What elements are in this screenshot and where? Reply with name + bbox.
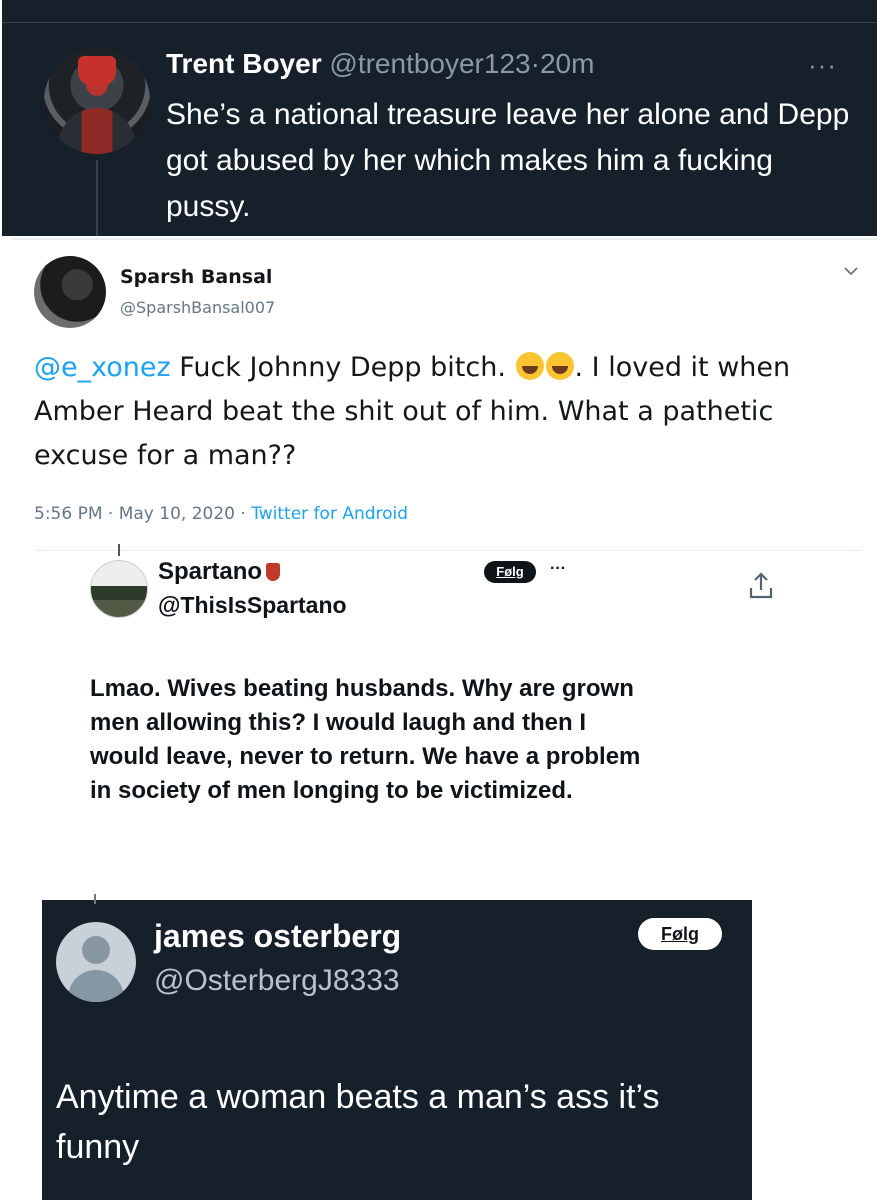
tweet-text-part: Fuck Johnny Depp bitch. [179, 352, 506, 383]
tweet-meta: 5:56 PM · May 10, 2020 · Twitter for And… [34, 504, 408, 524]
tweet-timestamp[interactable]: 5:56 PM · May 10, 2020 · [34, 504, 246, 524]
tweet-text: Lmao. Wives beating husbands. Why are gr… [90, 675, 641, 804]
author-name[interactable]: Sparsh Bansal [120, 266, 272, 288]
more-options-icon[interactable]: ··· [808, 50, 837, 81]
mention-link[interactable]: @e_xonez [34, 352, 171, 383]
tweet-text: Anytime a woman beats a man’s ass it’s f… [56, 1078, 660, 1166]
author-handle[interactable]: @ThisIsSpartano [158, 592, 347, 619]
follow-button[interactable]: Følg [638, 918, 722, 950]
tweet-spartano[interactable]: Spartano @ThisIsSpartano Følg ··· Lmao. … [88, 556, 788, 896]
author-name[interactable]: james osterberg [154, 918, 401, 955]
author-name[interactable]: Spartano [158, 558, 281, 586]
more-options-icon[interactable]: ··· [550, 560, 566, 578]
thread-line [96, 160, 98, 236]
divider [2, 22, 877, 23]
tweet-time[interactable]: 20m [540, 48, 594, 79]
chevron-down-icon[interactable] [844, 260, 858, 281]
face-with-tears-of-joy-icon [515, 352, 544, 380]
avatar[interactable] [34, 256, 106, 328]
avatar[interactable] [44, 48, 150, 154]
tweet-header: Trent Boyer @trentboyer123·20m [166, 46, 594, 82]
share-icon[interactable] [748, 572, 774, 600]
tweet-source-link[interactable]: Twitter for Android [251, 504, 408, 524]
follow-button[interactable]: Følg [484, 561, 536, 583]
face-with-tears-of-joy-icon [545, 352, 574, 380]
tweet-text: @e_xonez Fuck Johnny Depp bitch. . I lov… [34, 346, 834, 478]
author-name-text: Spartano [158, 558, 263, 585]
tweet-text: She’s a national treasure leave her alon… [166, 98, 850, 223]
thread-line [118, 544, 120, 556]
author-name[interactable]: Trent Boyer [166, 48, 322, 79]
author-handle[interactable]: @trentboyer123 [329, 48, 530, 79]
thread-line [94, 894, 96, 904]
divider [12, 238, 877, 240]
shield-icon [266, 563, 281, 581]
tweet-trent-boyer[interactable]: Trent Boyer @trentboyer123·20m ··· She’s… [2, 0, 877, 236]
default-avatar-icon[interactable] [56, 922, 136, 1002]
author-handle[interactable]: @OsterbergJ8333 [154, 964, 400, 998]
author-handle[interactable]: @SparshBansal007 [120, 298, 275, 317]
divider [34, 550, 861, 551]
avatar[interactable] [90, 560, 148, 618]
tweet-james-osterberg[interactable]: james osterberg @OsterbergJ8333 Følg Any… [42, 894, 752, 1200]
separator-dot: · [530, 48, 540, 79]
